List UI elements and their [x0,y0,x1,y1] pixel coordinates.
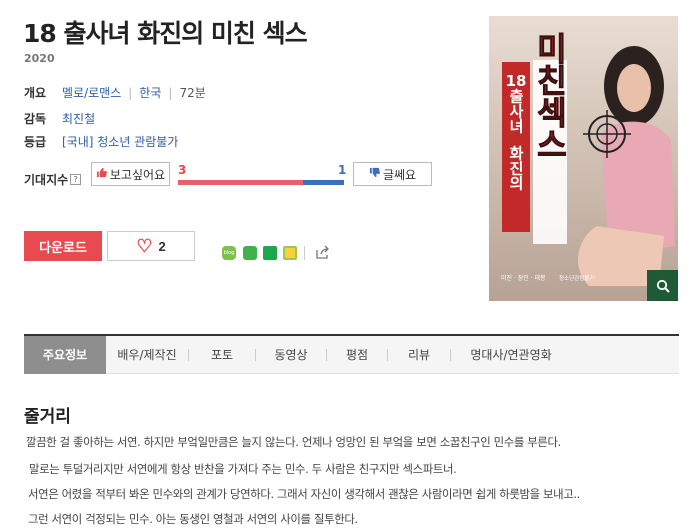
not-sure-count: 1 [338,163,347,177]
want-to-see-label: 보고싶어요 [109,167,166,182]
synopsis-line: 깔끔한 걸 좋아하는 서연. 하지만 부엌일만큼은 늘지 않는다. 언제나 엉망… [26,435,561,449]
country-link[interactable]: 한국 [139,84,161,101]
tab-main-info[interactable]: 주요정보 [24,335,106,374]
like-button[interactable]: ♡ 2 [107,231,195,261]
synopsis-line: 서연은 어렸을 적부터 봐온 민수와의 관계가 당연하다. 그래서 자신이 생각… [28,487,580,501]
poster-big-title: 미친섹스 [531,32,569,160]
external-share-icon[interactable] [315,244,331,260]
want-to-see-button[interactable]: 보고싶어요 [91,162,170,186]
overview-label: 개요 [24,86,47,100]
director-label: 감독 [24,112,47,126]
expectation-gauge [178,180,344,185]
rating-link[interactable]: [국내] 청소년 관람불가 [62,133,178,150]
movie-year: 2020 [24,52,55,65]
synopsis-title: 줄거리 [24,407,71,427]
magnifier-icon [656,279,670,293]
rating-label: 등급 [24,135,47,149]
divider: | [168,85,173,100]
director-row: 감독 최진철 [24,110,95,127]
movie-poster[interactable]: 18 출사녀 화진의 미친섹스 미진 · 장인 · 태봉 청소년관람불가 [489,16,678,301]
poster-badge: 청소년관람불가 [559,274,594,282]
tab-cast-crew[interactable]: 배우/제작진 [106,336,188,374]
not-sure-label: 글쎄요 [382,167,417,182]
poster-credits: 미진 · 장인 · 태봉 [501,274,546,282]
tab-video[interactable]: 동영상 [256,336,326,374]
poster-word-1: 출사녀 [507,89,525,135]
poster-num: 18 [506,72,527,90]
overview-row: 개요 멜로/로맨스 | 한국 | 72분 [24,84,206,101]
poster-word-2: 화진의 [507,146,525,192]
expectation-label-group: 기대지수 ? [24,171,82,188]
help-icon[interactable]: ? [70,174,82,185]
thumbs-down-icon [369,167,380,181]
runtime: 72분 [179,86,206,100]
movie-title: 18 출사녀 화진의 미친 섹스 [23,19,308,48]
tab-photo[interactable]: 포토 [189,336,255,374]
thumbs-up-icon [96,167,107,181]
not-sure-button[interactable]: 글쎄요 [353,162,432,186]
synopsis-line: 말로는 투덜거리지만 서연에게 항상 반찬을 가져다 주는 민수. 두 사람은 … [29,462,457,476]
tab-rating[interactable]: 평점 [327,336,387,374]
like-count: 2 [158,238,166,254]
band-icon[interactable] [243,246,257,260]
tab-bar: 주요정보 배우/제작진 포토 동영상 평점 리뷰 명대사/연관영화 [24,334,679,374]
genre-link[interactable]: 멜로/로맨스 [62,84,121,101]
share-divider [304,246,305,260]
kakao-story-icon[interactable] [283,246,297,260]
synopsis-line: 그런 서연이 걱정되는 민수. 아는 동생인 영철과 서연의 사이를 질투한다. [28,512,358,526]
download-button[interactable]: 다운로드 [24,231,102,261]
rating-row: 등급 [국내] 청소년 관람불가 [24,133,178,150]
expectation-gauge-fill [178,180,303,185]
divider: | [128,85,133,100]
tab-review[interactable]: 리뷰 [388,336,450,374]
want-count: 3 [178,163,187,177]
poster-search-button[interactable] [647,270,678,301]
director-link[interactable]: 최진철 [62,110,95,127]
tab-quotes-related[interactable]: 명대사/연관영화 [451,336,571,374]
expectation-label: 기대지수 [24,173,69,187]
blog-icon[interactable]: blog [222,246,236,260]
heart-icon: ♡ [136,236,153,256]
naver-icon[interactable] [263,246,277,260]
